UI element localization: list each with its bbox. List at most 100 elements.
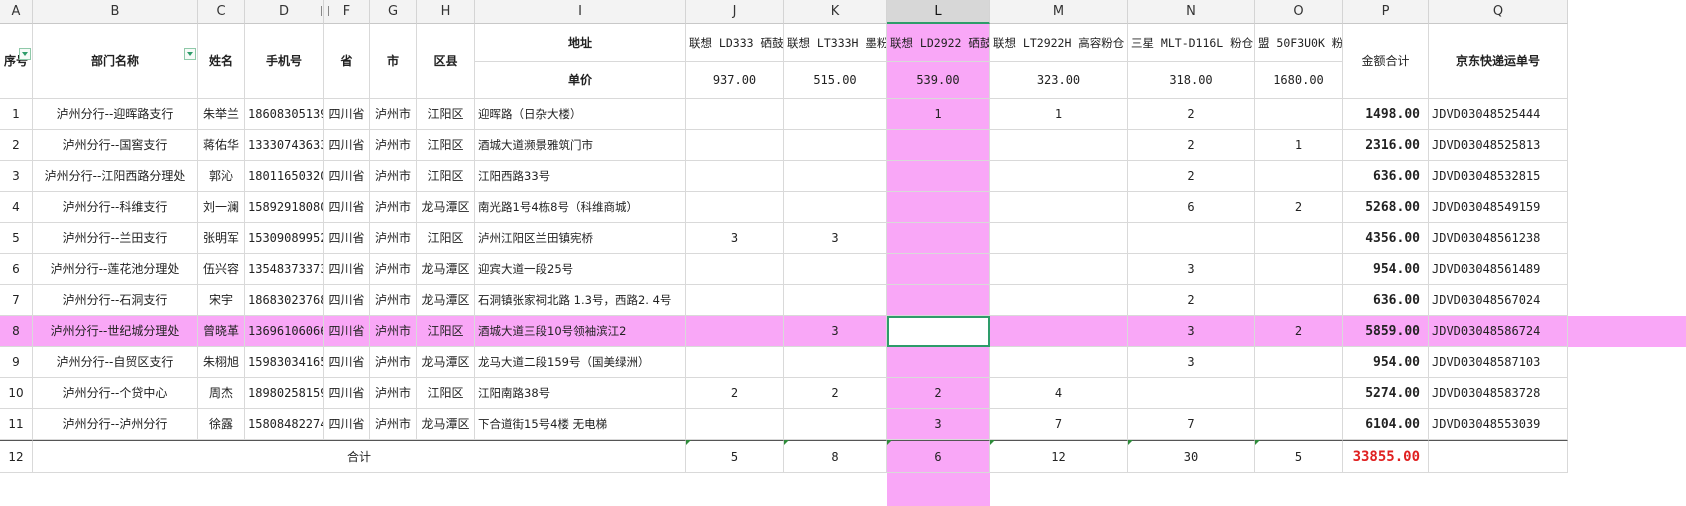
address-cell[interactable]: 下合道街15号4楼 无电梯	[475, 409, 686, 440]
dept-cell[interactable]: 泸州分行--泸州分行	[33, 409, 198, 440]
dept-cell[interactable]: 泸州分行--世纪城分理处	[33, 316, 198, 347]
quantity-cell[interactable]	[784, 254, 887, 285]
column-header-q[interactable]: Q	[1429, 0, 1568, 24]
phone-cell[interactable]: 13330743633	[245, 130, 324, 161]
address-cell[interactable]: 石洞镇张家祠北路 1.3号，西路2. 4号	[475, 285, 686, 316]
column-header-c[interactable]: C	[198, 0, 245, 24]
tracking-cell[interactable]: JDVD03048561489	[1429, 254, 1568, 285]
quantity-cell[interactable]	[686, 347, 784, 378]
dept-cell[interactable]: 泸州分行--自贸区支行	[33, 347, 198, 378]
quantity-cell[interactable]	[990, 161, 1128, 192]
district-cell[interactable]: 江阳区	[417, 99, 475, 130]
phone-cell[interactable]: 15309089952	[245, 223, 324, 254]
city-cell[interactable]: 泸州市	[370, 378, 417, 409]
province-cell[interactable]: 四川省	[324, 347, 370, 378]
header-product-6[interactable]: 盟 50F3U0K 粉	[1255, 24, 1343, 62]
province-cell[interactable]: 四川省	[324, 378, 370, 409]
header-phone[interactable]: 手机号	[245, 24, 324, 99]
province-cell[interactable]: 四川省	[324, 409, 370, 440]
tracking-cell[interactable]: JDVD03048549159	[1429, 192, 1568, 223]
quantity-cell[interactable]: 2	[1128, 285, 1255, 316]
quantity-cell[interactable]: 2	[686, 378, 784, 409]
column-header-i[interactable]: I	[475, 0, 686, 24]
quantity-cell[interactable]	[887, 130, 990, 161]
header-product-3[interactable]: 联想 LD2922 硒鼓	[887, 24, 990, 62]
spreadsheet-grid[interactable]: A B C D F G H I J K L M N O P Q 序号 部门名称 姓名 手机号省市区县 地址 单价 联想 LD…	[0, 0, 1686, 506]
column-header-g[interactable]: G	[370, 0, 417, 24]
total-quantity-cell[interactable]: 6	[887, 440, 990, 473]
quantity-cell[interactable]	[887, 347, 990, 378]
row-number[interactable]: 10	[0, 378, 33, 409]
name-cell[interactable]: 蒋佑华	[198, 130, 245, 161]
amount-cell[interactable]: 954.00	[1343, 254, 1429, 285]
quantity-cell[interactable]	[1255, 161, 1343, 192]
column-header-b[interactable]: B	[33, 0, 198, 24]
column-header-f[interactable]: F	[324, 0, 370, 24]
column-header-a[interactable]: A	[0, 0, 33, 24]
quantity-cell[interactable]: 2	[1128, 130, 1255, 161]
total-quantity-cell[interactable]: 5	[1255, 440, 1343, 473]
quantity-cell[interactable]	[686, 316, 784, 347]
name-cell[interactable]: 朱举兰	[198, 99, 245, 130]
phone-cell[interactable]: 18011650320	[245, 161, 324, 192]
city-cell[interactable]: 泸州市	[370, 192, 417, 223]
name-cell[interactable]: 伍兴容	[198, 254, 245, 285]
phone-cell[interactable]: 18980258159	[245, 378, 324, 409]
quantity-cell[interactable]	[784, 347, 887, 378]
quantity-cell[interactable]	[990, 223, 1128, 254]
name-cell[interactable]: 张明军	[198, 223, 245, 254]
row-number[interactable]: 5	[0, 223, 33, 254]
province-cell[interactable]: 四川省	[324, 161, 370, 192]
column-header-j[interactable]: J	[686, 0, 784, 24]
phone-cell[interactable]: 15892918080	[245, 192, 324, 223]
district-cell[interactable]: 龙马潭区	[417, 285, 475, 316]
row-number[interactable]: 4	[0, 192, 33, 223]
city-cell[interactable]: 泸州市	[370, 285, 417, 316]
header-dept[interactable]: 部门名称	[33, 24, 198, 99]
total-quantity-cell[interactable]: 30	[1128, 440, 1255, 473]
header-address[interactable]: 地址	[475, 24, 686, 62]
quantity-cell[interactable]: 4	[990, 378, 1128, 409]
unit-price-3[interactable]: 539.00	[887, 62, 990, 99]
column-header-d[interactable]: D	[245, 0, 324, 24]
province-cell[interactable]: 四川省	[324, 223, 370, 254]
quantity-cell[interactable]	[784, 99, 887, 130]
dept-cell[interactable]: 泸州分行--国窖支行	[33, 130, 198, 161]
row-number[interactable]: 8	[0, 316, 33, 347]
quantity-cell[interactable]	[887, 161, 990, 192]
dept-cell[interactable]: 泸州分行--江阳西路分理处	[33, 161, 198, 192]
quantity-cell[interactable]	[990, 192, 1128, 223]
quantity-cell[interactable]: 3	[784, 316, 887, 347]
dept-cell[interactable]: 泸州分行--个贷中心	[33, 378, 198, 409]
quantity-cell[interactable]: 1	[887, 99, 990, 130]
quantity-cell[interactable]	[686, 192, 784, 223]
quantity-cell[interactable]	[784, 409, 887, 440]
unit-price-6[interactable]: 1680.00	[1255, 62, 1343, 99]
column-header-o[interactable]: O	[1255, 0, 1343, 24]
quantity-cell[interactable]: 3	[686, 223, 784, 254]
province-cell[interactable]: 四川省	[324, 99, 370, 130]
quantity-cell[interactable]	[1255, 254, 1343, 285]
header-city[interactable]: 市	[370, 24, 417, 99]
phone-cell[interactable]: 18608305139	[245, 99, 324, 130]
phone-cell[interactable]: 13696106066	[245, 316, 324, 347]
header-product-2[interactable]: 联想 LT333H 墨粉	[784, 24, 887, 62]
city-cell[interactable]: 泸州市	[370, 254, 417, 285]
quantity-cell[interactable]: 1	[1255, 130, 1343, 161]
quantity-cell[interactable]	[887, 254, 990, 285]
quantity-cell[interactable]	[990, 254, 1128, 285]
district-cell[interactable]: 江阳区	[417, 161, 475, 192]
quantity-cell[interactable]	[1255, 347, 1343, 378]
phone-cell[interactable]: 15983034165	[245, 347, 324, 378]
total-amount[interactable]: 33855.00	[1343, 440, 1429, 473]
amount-cell[interactable]: 4356.00	[1343, 223, 1429, 254]
tracking-cell[interactable]: JDVD03048583728	[1429, 378, 1568, 409]
name-cell[interactable]: 曾晓革	[198, 316, 245, 347]
tracking-cell[interactable]: JDVD03048525813	[1429, 130, 1568, 161]
filter-dropdown-icon[interactable]	[184, 48, 196, 60]
quantity-cell[interactable]	[1255, 285, 1343, 316]
quantity-cell[interactable]	[686, 161, 784, 192]
total-tracking-empty[interactable]	[1429, 440, 1568, 473]
amount-cell[interactable]: 5274.00	[1343, 378, 1429, 409]
quantity-cell[interactable]	[784, 130, 887, 161]
